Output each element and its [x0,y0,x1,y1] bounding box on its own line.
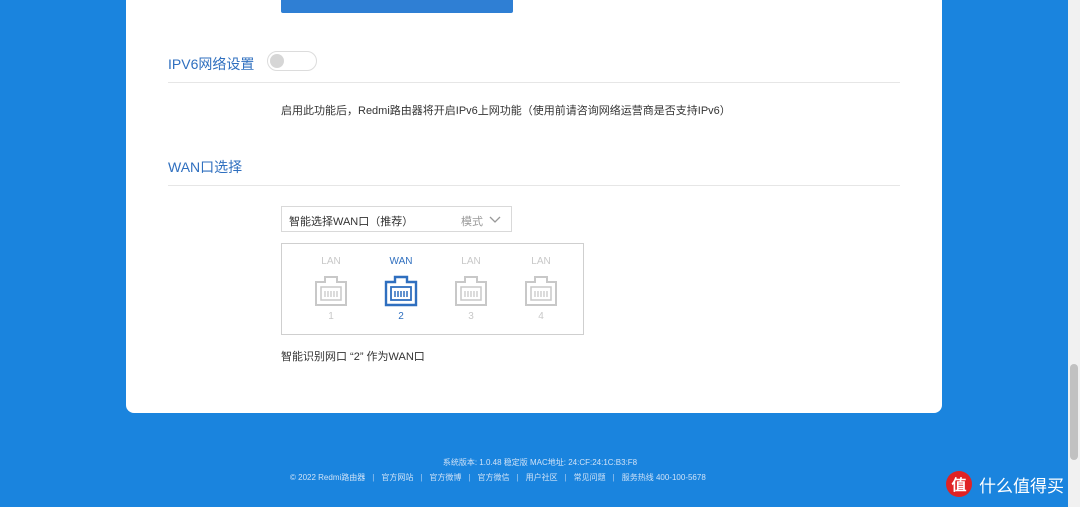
footer-hotline: 服务热线 400-100-5678 [621,473,706,482]
port-type-label: WAN [389,256,413,267]
footer-link-weibo[interactable]: 官方微博 [429,473,461,482]
ethernet-port-icon [384,275,418,307]
toggle-knob [270,54,284,68]
port-type-label: LAN [461,256,481,267]
ethernet-port-icon [315,276,347,306]
ethernet-port-icon [455,276,487,306]
copyright-text: © 2022 Redmi路由器 [290,473,366,482]
scrollbar[interactable] [1068,0,1080,507]
divider [168,82,900,83]
wan-mode-label: 模式 [461,216,483,228]
confirm-button[interactable]: 确定 [281,0,513,13]
wan-mode-value: 智能选择WAN口（推荐） [289,216,414,228]
ipv6-description: 启用此功能后，Redmi路由器将开启IPv6上网功能（使用前请咨询网络运营商是否… [281,105,731,117]
port-number: 4 [538,311,544,322]
brand-logo-icon: 值 [946,471,972,497]
ethernet-port-icon [525,276,557,306]
port-number: 3 [468,311,474,322]
wan-detect-note: 智能识别网口 “2” 作为WAN口 [281,351,425,363]
port-panel: LAN 1 WAN 2 LAN 3 LAN 4 [281,243,584,335]
port-number: 2 [398,311,404,322]
ipv6-toggle[interactable] [267,51,317,71]
divider [168,185,900,186]
wan-section-title: WAN口选择 [168,159,243,175]
scrollbar-thumb[interactable] [1070,364,1078,460]
ipv6-section-title: IPV6网络设置 [168,56,255,72]
system-version-line: 系统版本: 1.0.48 稳定版 MAC地址: 24:CF:24:1C:B3:F… [442,458,638,467]
footer-link-community[interactable]: 用户社区 [526,473,558,482]
port-number: 1 [328,311,334,322]
footer-link-wechat[interactable]: 官方微信 [478,473,510,482]
chevron-down-icon [489,216,501,223]
watermark-brand: 值 什么值得买 [946,470,1064,498]
brand-text: 什么值得买 [979,476,1064,496]
footer-link-website[interactable]: 官方网站 [381,473,413,482]
wan-mode-select[interactable]: 智能选择WAN口（推荐） 模式 [281,206,512,232]
footer-links: © 2022 Redmi路由器 | 官方网站 | 官方微博 | 官方微信 | 用户社区 | 常见问题… [290,473,706,482]
port-type-label: LAN [321,256,341,267]
settings-card: 确定 IPV6网络设置 启用此功能后，Redmi路由器将开启IPv6上网功能（使… [126,0,942,413]
footer-link-faq[interactable]: 常见问题 [574,473,606,482]
port-type-label: LAN [531,256,551,267]
